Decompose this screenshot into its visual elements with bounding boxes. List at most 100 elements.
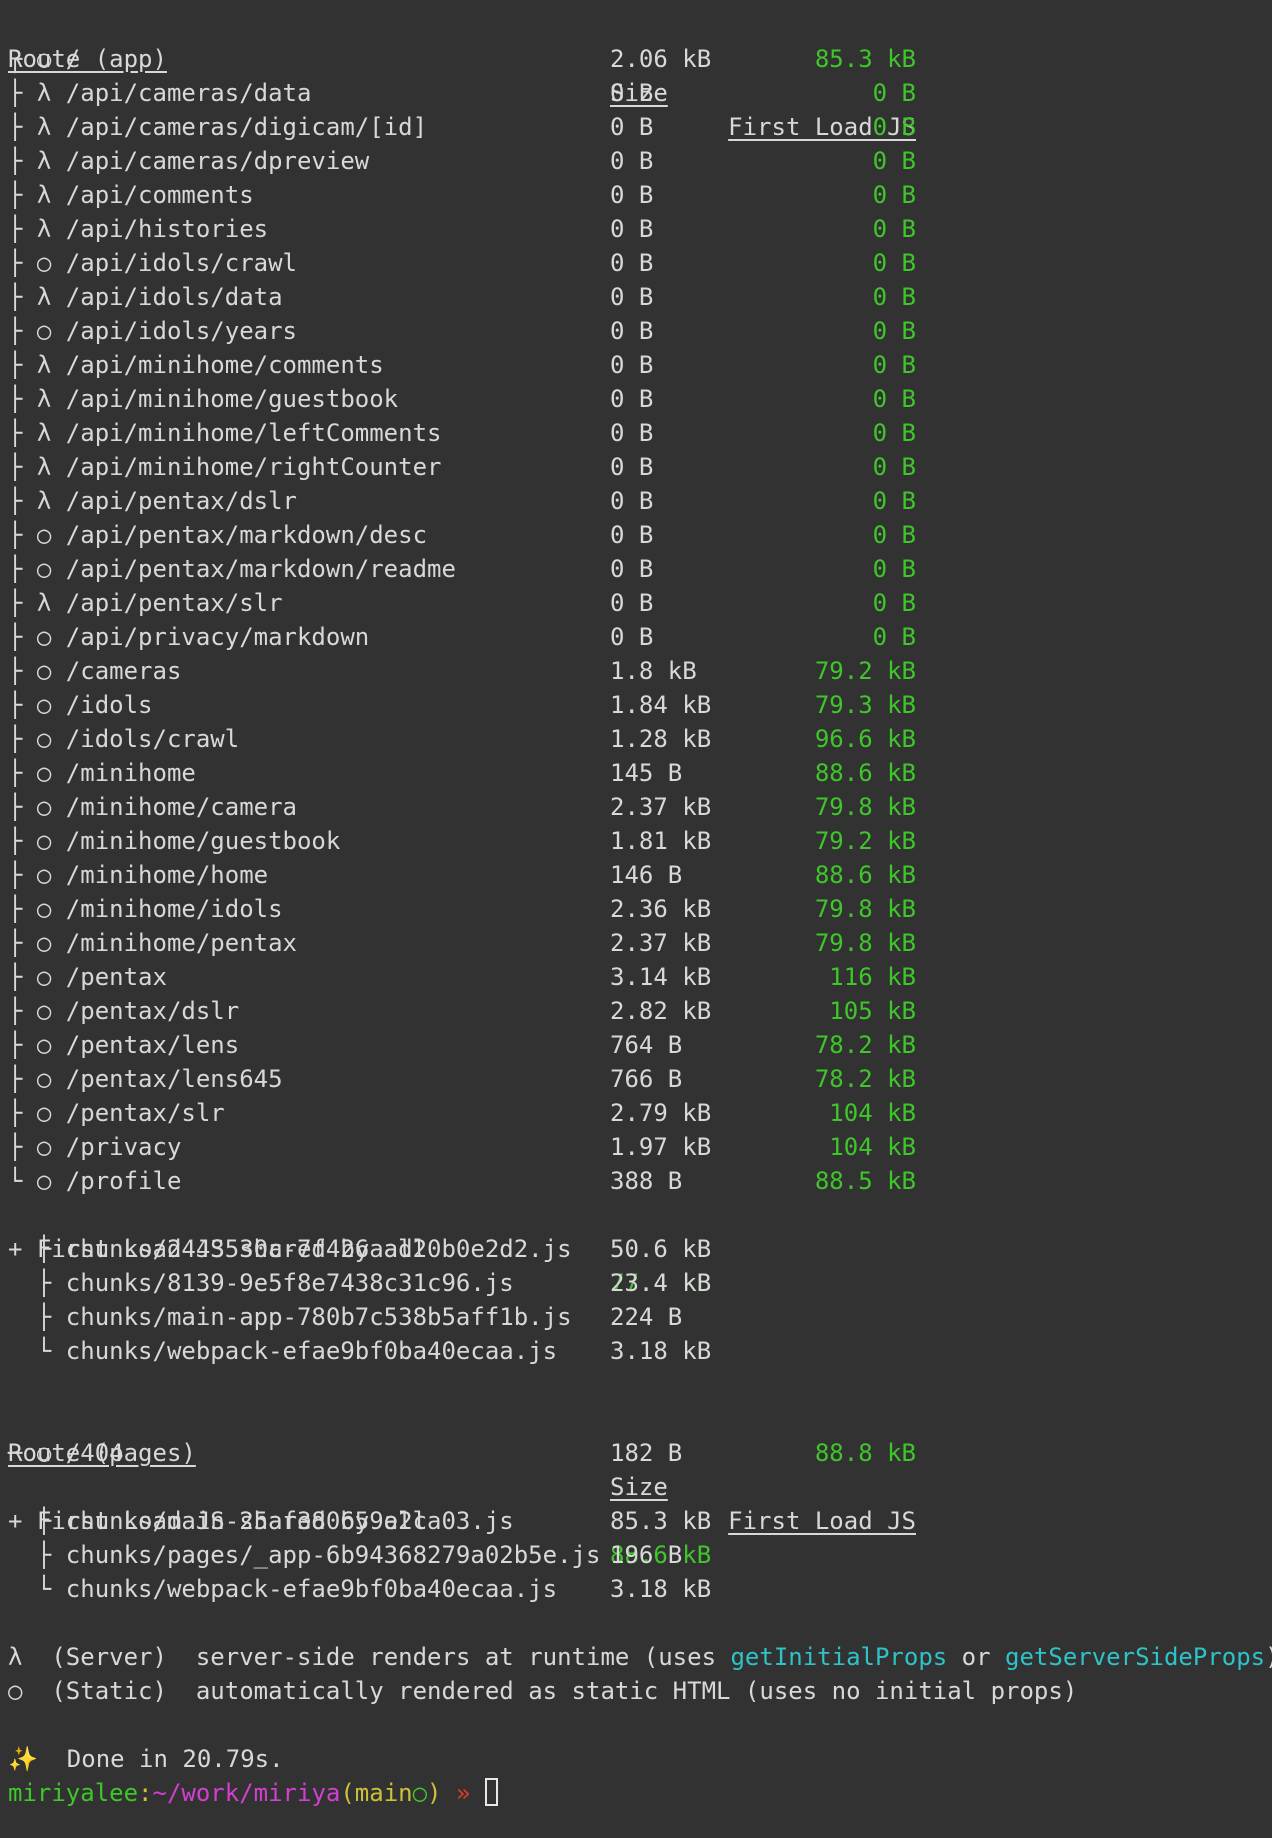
chunk-size: 3.18 kB — [610, 1575, 712, 1603]
route-row: ├ λ /api/cameras/data 0 B0 B — [8, 76, 1272, 110]
static-description: automatically rendered as static HTML (u… — [195, 1677, 1078, 1705]
route-first-load: 116 kB — [829, 963, 916, 991]
route-first-load: 79.2 kB — [814, 657, 916, 685]
pages-routes-list: ─ ○ /404 182 B 88.8 kB — [8, 1436, 1272, 1470]
route-first-load: 0 B — [872, 487, 916, 515]
chunk-size: 3.18 kB — [610, 1337, 712, 1365]
route-first-load: 0 B — [872, 419, 916, 447]
route-first-load: 0 B — [872, 453, 916, 481]
route-first-load: 0 B — [872, 283, 916, 311]
route-first-load: 0 B — [872, 589, 916, 617]
chunk-row: ├ chunks/main-app-780b7c538b5aff1b.js 224… — [8, 1300, 1272, 1334]
route-row: ├ ○ /minihome/pentax 2.37 kB 79.8 kB — [8, 926, 1272, 960]
tree-prefix: ├ — [8, 1235, 66, 1263]
get-server-side-props-link: getServerSideProps — [1005, 1643, 1266, 1671]
chunk-size: 23.4 kB — [610, 1269, 712, 1297]
route-row: ├ λ /api/idols/data 0 B0 B — [8, 280, 1272, 314]
route-row: ├ λ /api/cameras/digicam/[id] 0 B0 B — [8, 110, 1272, 144]
route-row: ├ λ /api/pentax/slr 0 B0 B — [8, 586, 1272, 620]
route-row: ├ ○ /privacy 1.97 kB 104 kB — [8, 1130, 1272, 1164]
route-first-load: 0 B — [872, 181, 916, 209]
chunk-row: ├ chunks/8139-9e5f8e7438c31c96.js 23.4 kB — [8, 1266, 1272, 1300]
chunk-name: chunks/main-app-780b7c538b5aff1b.js — [65, 1303, 572, 1331]
server-symbol: λ — [8, 1643, 23, 1671]
chunk-row: ├ chunks/main-25af380659e2ca03.js 85.3 kB — [8, 1504, 1272, 1538]
chunk-size: 85.3 kB — [610, 1507, 712, 1535]
route-first-load: 0 B — [872, 351, 916, 379]
route-row: ├ ○ /idols/crawl 1.28 kB 96.6 kB — [8, 722, 1272, 756]
static-label: (Static) — [51, 1677, 167, 1705]
prompt-path: ~/work/miriya — [152, 1779, 341, 1807]
done-line: ✨ Done in 20.79s. — [8, 1742, 1272, 1776]
route-first-load: 0 B — [872, 147, 916, 175]
chunk-row: ├ chunks/2443530c-7f426aad20b0e2d2.js 50.… — [8, 1232, 1272, 1266]
app-routes-header: Route (app) Size First Load JS — [8, 8, 1272, 141]
server-description: server-side renders at runtime (uses — [195, 1643, 731, 1671]
chunk-name: chunks/webpack-efae9bf0ba40ecaa.js — [65, 1575, 558, 1603]
route-row: ├ ○ /idols 1.84 kB 79.3 kB — [8, 688, 1272, 722]
chunk-size: 224 B — [610, 1303, 683, 1331]
done-text: Done in 20.79s. — [66, 1745, 284, 1773]
route-row: ├ λ /api/minihome/comments 0 B0 B — [8, 348, 1272, 382]
route-row: ├ ○ /cameras 1.8 kB 79.2 kB — [8, 654, 1272, 688]
route-row: ├ λ /api/cameras/dpreview 0 B0 B — [8, 144, 1272, 178]
route-row: ├ ○ /pentax/dslr 2.82 kB 105 kB — [8, 994, 1272, 1028]
tree-prefix: ├ — [8, 1507, 66, 1535]
chunk-row: ├ chunks/pages/_app-6b94368279a02b5e.js 1… — [8, 1538, 1272, 1572]
route-row: ─ ○ /404 182 B 88.8 kB — [8, 1436, 1272, 1470]
route-row: ├ ○ /minihome/camera 2.37 kB 79.8 kB — [8, 790, 1272, 824]
route-row: ├ ○ /api/pentax/markdown/readme 0 B0 B — [8, 552, 1272, 586]
route-row: ┌ ○ /2.06 kB 85.3 kB — [8, 42, 1272, 76]
route-first-load: 88.6 kB — [814, 759, 916, 787]
get-initial-props-link: getInitialProps — [730, 1643, 948, 1671]
chunk-row: └ chunks/webpack-efae9bf0ba40ecaa.js 3.18… — [8, 1572, 1272, 1606]
route-row: ├ ○ /minihome/home 146 B 88.6 kB — [8, 858, 1272, 892]
pages-chunks-list: ├ chunks/main-25af380659e2ca03.js 85.3 kB… — [8, 1504, 1272, 1606]
route-first-load: 88.6 kB — [814, 861, 916, 889]
route-row: ├ ○ /minihome/idols 2.36 kB 79.8 kB — [8, 892, 1272, 926]
chunk-name: chunks/8139-9e5f8e7438c31c96.js — [65, 1269, 514, 1297]
prompt-branch: main — [354, 1779, 413, 1807]
terminal-output: Route (app) Size First Load JS ┌ ○ /2.06… — [8, 8, 1272, 1810]
route-first-load: 105 kB — [829, 997, 916, 1025]
route-first-load: 0 B — [872, 249, 916, 277]
route-first-load: 104 kB — [829, 1133, 916, 1161]
legend-server: λ (Server) server-side renders at runtim… — [8, 1643, 1272, 1671]
route-row: ├ λ /api/minihome/leftComments 0 B0 B — [8, 416, 1272, 450]
shell-prompt[interactable]: miriyalee:~/work/miriya(main○) » — [8, 1776, 1272, 1810]
tree-prefix: └ — [8, 1337, 66, 1365]
route-first-load: 79.2 kB — [814, 827, 916, 855]
route-row: └ ○ /profile 388 B 88.5 kB — [8, 1164, 1272, 1198]
route-row: ├ λ /api/minihome/rightCounter 0 B0 B — [8, 450, 1272, 484]
route-first-load: 88.5 kB — [814, 1167, 916, 1195]
branch-status-icon: ○ — [412, 1779, 428, 1807]
pages-routes-header: Route (pages) Size First Load JS — [8, 1402, 1272, 1535]
route-first-load: 0 B — [872, 521, 916, 549]
route-row: ├ ○ /minihome 145 B 88.6 kB — [8, 756, 1272, 790]
prompt-user: miriyalee — [8, 1779, 139, 1807]
chunk-name: chunks/pages/_app-6b94368279a02b5e.js — [65, 1541, 601, 1569]
pages-shared-row: + First Load JS shared by all 88.6 kB — [8, 1470, 1272, 1569]
route-row: ├ ○ /api/idols/years 0 B0 B — [8, 314, 1272, 348]
route-first-load: 85.3 kB — [814, 45, 916, 73]
server-label: (Server) — [51, 1643, 167, 1671]
tree-prefix: ├ — [8, 1541, 66, 1569]
chunk-name: chunks/2443530c-7f426aad20b0e2d2.js — [65, 1235, 572, 1263]
chunk-row: └ chunks/webpack-efae9bf0ba40ecaa.js 3.18… — [8, 1334, 1272, 1368]
route-first-load: 0 B — [872, 317, 916, 345]
route-row: ├ ○ /api/idols/crawl 0 B0 B — [8, 246, 1272, 280]
route-first-load: 79.8 kB — [814, 929, 916, 957]
text-cursor[interactable] — [484, 1778, 498, 1806]
legend-static: ○ (Static) automatically rendered as sta… — [8, 1674, 1272, 1708]
prompt-colon: : — [138, 1779, 153, 1807]
route-row: ├ ○ /pentax/slr 2.79 kB 104 kB — [8, 1096, 1272, 1130]
route-first-load: 0 B — [872, 623, 916, 651]
route-first-load: 79.8 kB — [814, 793, 916, 821]
static-symbol: ○ — [8, 1677, 23, 1705]
chunk-size: 196 B — [610, 1541, 683, 1569]
route-first-load: 104 kB — [829, 1099, 916, 1127]
route-first-load: 79.8 kB — [814, 895, 916, 923]
route-row: ├ ○ /minihome/guestbook 1.81 kB 79.2 kB — [8, 824, 1272, 858]
route-first-load: 0 B — [872, 113, 916, 141]
route-first-load: 88.8 kB — [814, 1439, 916, 1467]
